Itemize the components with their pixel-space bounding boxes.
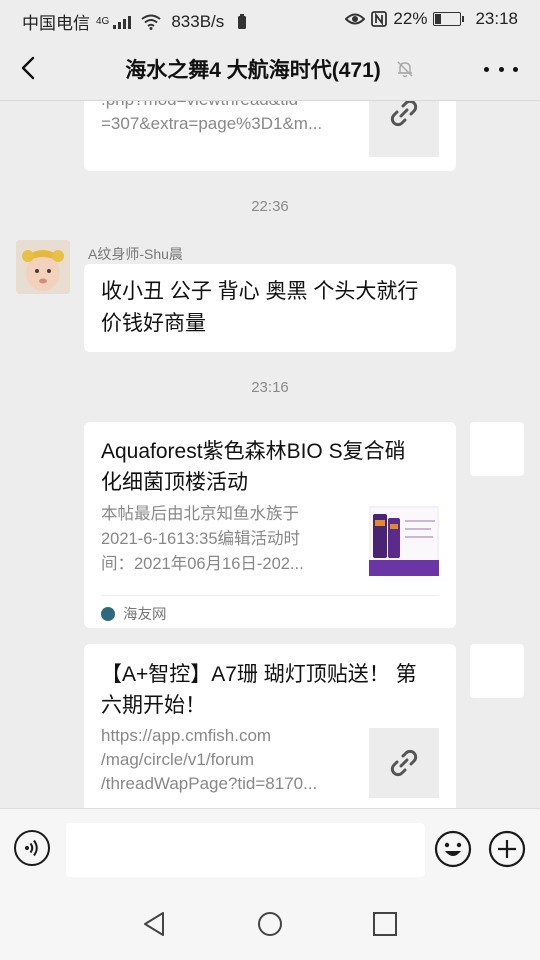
- article-title: 【A+智控】A7珊 瑚灯顶贴送！ 第: [101, 663, 417, 686]
- link-card-partial[interactable]: .php?mod=viewthread&tid =307&extra=page%…: [84, 101, 456, 171]
- baby-avatar-icon: [16, 240, 70, 294]
- article-desc: 间：2021年06月16日-202...: [101, 555, 304, 573]
- sender-name: A纹身师-Shu晨: [88, 246, 183, 262]
- bell-off-icon: [397, 61, 413, 78]
- link-icon: [390, 101, 418, 127]
- net-speed: 833B/s: [171, 11, 225, 31]
- notification-icon: [238, 13, 247, 29]
- network-type: 4G: [96, 16, 110, 27]
- message-bubble[interactable]: 收小丑 公子 背心 奥黑 个头大就行 价钱好商量: [84, 264, 456, 352]
- article-title: 六期开始！: [101, 694, 206, 717]
- link-thumbnail: [369, 728, 439, 798]
- nfc-icon: [371, 11, 388, 27]
- voice-icon[interactable]: [14, 830, 50, 866]
- avatar[interactable]: [16, 240, 70, 294]
- link-url-line: https://app.cmfish.com: [101, 726, 272, 745]
- link-url-line: .php?mod=viewthread&tid: [101, 101, 361, 112]
- battery-icon: [433, 12, 465, 26]
- link-icon: [390, 749, 418, 777]
- signal-icon: [113, 15, 132, 29]
- clock: 23:18: [475, 9, 518, 28]
- shared-link-card[interactable]: 【A+智控】A7珊 瑚灯顶贴送！ 第 六期开始！ https://app.cmf…: [84, 644, 456, 808]
- product-image-icon: [369, 508, 439, 576]
- link-url-line: /mag/circle/v1/forum: [101, 750, 255, 769]
- message-text: 收小丑 公子 背心 奥黑 个头大就行: [101, 280, 419, 303]
- system-nav-bar: [0, 888, 540, 960]
- input-bar: [0, 808, 540, 889]
- self-avatar[interactable]: [470, 644, 524, 698]
- status-bar: 中国电信 4G 833B/s 22% 23:18: [0, 0, 540, 38]
- eye-icon: [345, 13, 366, 25]
- link-url-line: /threadWapPage?tid=8170...: [101, 774, 318, 793]
- more-dots-icon[interactable]: [484, 56, 518, 82]
- article-desc: 2021-6-1613:35编辑活动时: [101, 530, 301, 548]
- chat-header: 海水之舞4 大航海时代(471): [0, 38, 540, 101]
- shared-article-card[interactable]: Aquaforest紫色森林BIO S复合硝 化细菌顶楼活动 本帖最后由北京知鱼…: [84, 422, 456, 628]
- self-avatar[interactable]: [470, 422, 524, 476]
- plus-icon[interactable]: [488, 830, 526, 868]
- timestamp: 22:36: [251, 198, 289, 215]
- link-url-line: =307&extra=page%3D1&m...: [101, 114, 323, 133]
- timestamp: 23:16: [251, 379, 289, 396]
- battery-percent: 22%: [393, 9, 428, 28]
- article-thumbnail: [369, 506, 439, 576]
- source-name: 海友网: [123, 607, 167, 623]
- wifi-icon: [141, 14, 161, 30]
- message-text: 价钱好商量: [101, 312, 206, 335]
- article-title: Aquaforest紫色森林BIO S复合硝: [101, 440, 406, 463]
- message-input[interactable]: [66, 823, 425, 877]
- divider: [101, 595, 439, 596]
- article-source: 海友网: [101, 603, 167, 624]
- square-recent-icon[interactable]: [371, 910, 399, 938]
- link-thumbnail: [369, 101, 439, 157]
- circle-home-icon[interactable]: [256, 910, 284, 938]
- emoji-icon[interactable]: [434, 830, 472, 868]
- article-desc: 本帖最后由北京知鱼水族于: [101, 505, 299, 523]
- message-list[interactable]: .php?mod=viewthread&tid =307&extra=page%…: [0, 101, 540, 808]
- source-logo-icon: [101, 606, 115, 621]
- chat-title: 海水之舞4 大航海时代(471): [125, 59, 381, 82]
- triangle-back-icon[interactable]: [141, 910, 169, 938]
- carrier-label: 中国电信: [22, 14, 90, 33]
- article-title: 化细菌顶楼活动: [101, 471, 248, 494]
